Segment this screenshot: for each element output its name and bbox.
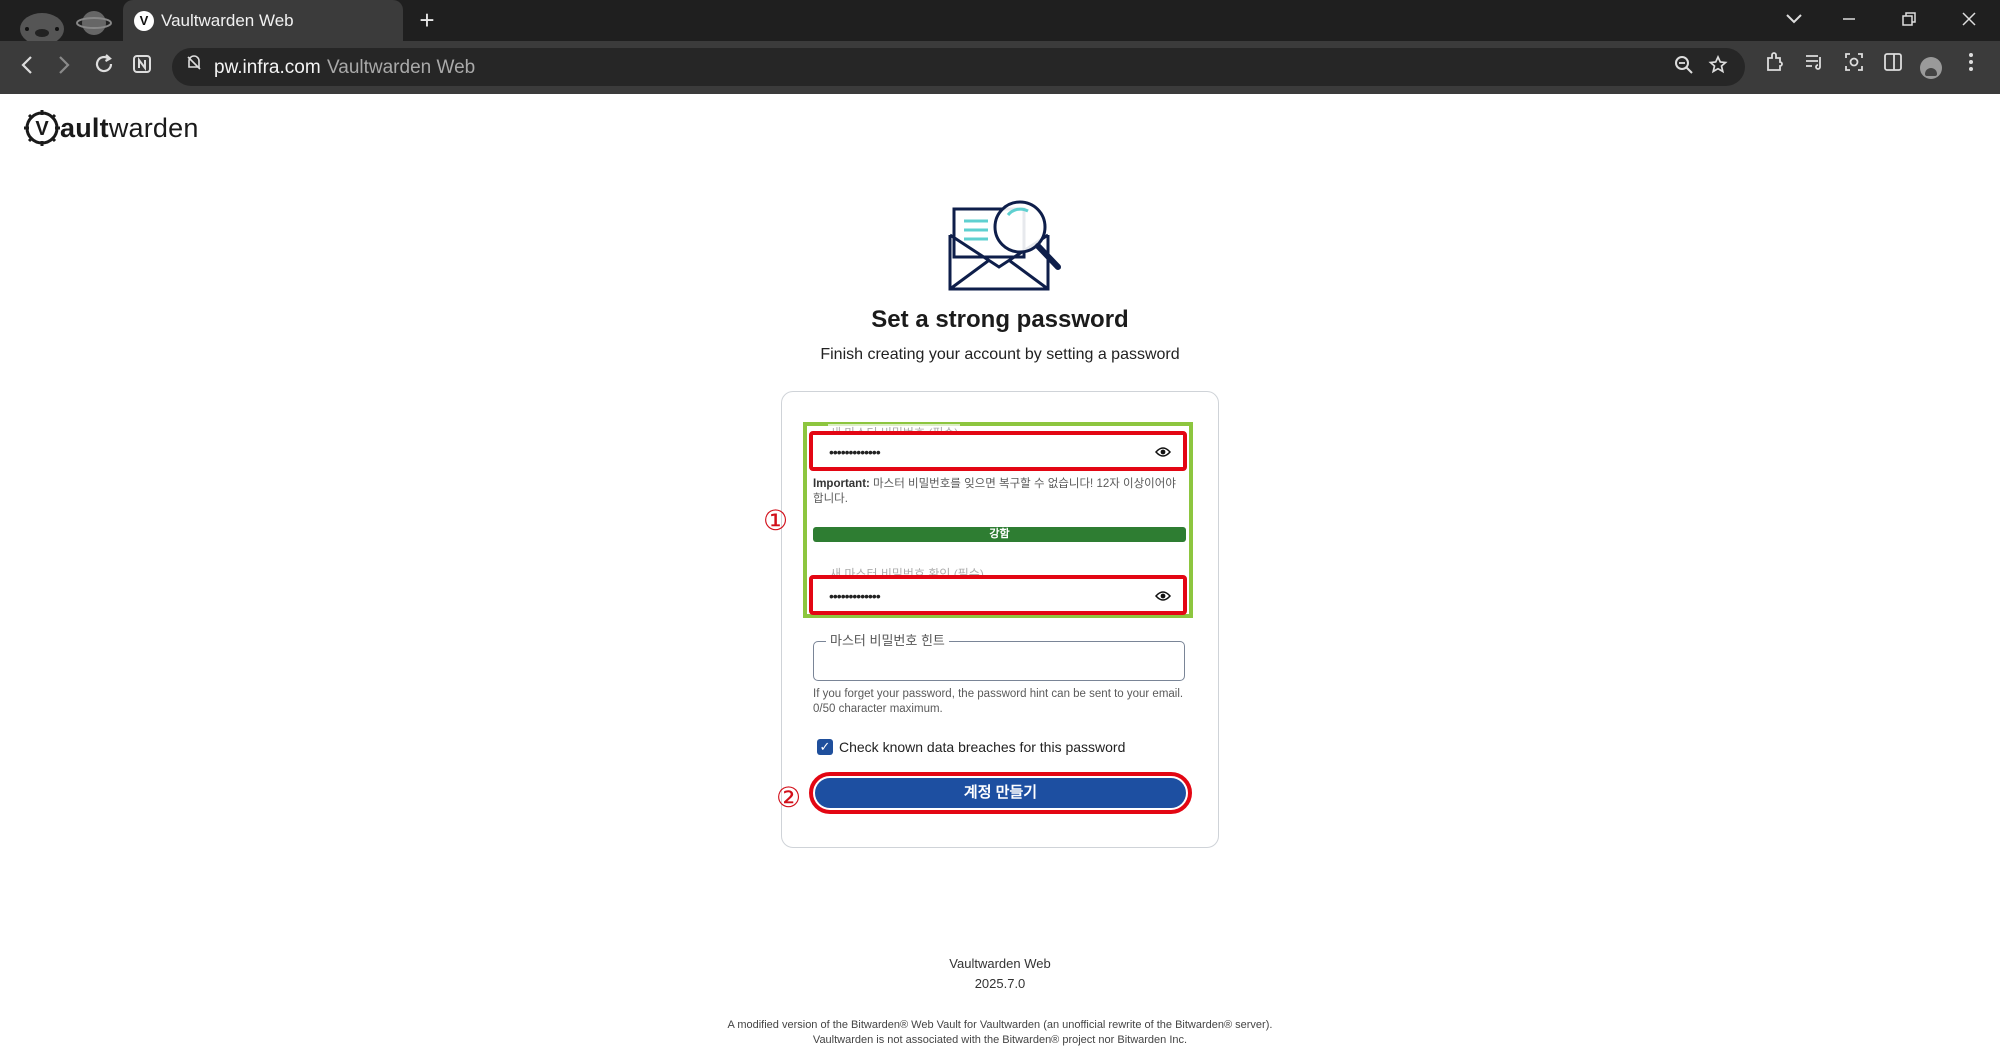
footer-line-2: Vaultwarden is not associated with the B… bbox=[812, 1034, 1188, 1046]
notion-extension-icon[interactable] bbox=[125, 50, 159, 84]
master-password-value: ••••••••••••• bbox=[829, 444, 881, 460]
annotation-marker-2: ② bbox=[776, 781, 802, 814]
extensions-icon[interactable] bbox=[1759, 51, 1791, 83]
address-bar[interactable]: pw.infra.com Vaultwarden Web bbox=[172, 48, 1745, 86]
site-info-icon[interactable] bbox=[180, 53, 208, 81]
envelope-search-illustration bbox=[948, 197, 1064, 302]
pinned-tab-icon[interactable] bbox=[74, 3, 122, 41]
svg-text:V: V bbox=[35, 118, 49, 140]
reload-icon[interactable] bbox=[87, 50, 121, 84]
footer-app-info: Vaultwarden Web 2025.7.0 bbox=[0, 954, 2000, 994]
logo-wordmark: aultwarden bbox=[60, 112, 199, 143]
password-hint-label: 마스터 비밀번호 힌트 bbox=[826, 630, 949, 649]
create-account-label: 계정 만들기 bbox=[815, 778, 1186, 808]
breach-check-label[interactable]: Check known data breaches for this passw… bbox=[839, 739, 1125, 755]
menu-icon[interactable] bbox=[1955, 51, 1987, 83]
confirm-password-value: ••••••••••••• bbox=[829, 588, 881, 604]
master-password-input[interactable]: ••••••••••••• bbox=[809, 431, 1187, 471]
restore-icon[interactable] bbox=[1887, 4, 1931, 36]
close-icon[interactable] bbox=[1947, 4, 1991, 36]
reading-list-icon[interactable] bbox=[1798, 51, 1830, 83]
browser-toolbar: pw.infra.com Vaultwarden Web bbox=[0, 41, 2000, 94]
vaultwarden-gear-icon: V bbox=[24, 110, 60, 146]
new-tab-button[interactable]: + bbox=[412, 5, 442, 35]
footer-line-1: A modified version of the Bitwarden® Web… bbox=[727, 1019, 1273, 1031]
bookmark-star-icon[interactable] bbox=[1705, 54, 1731, 81]
password-requirement-note: Important: 마스터 비밀번호를 잊으면 복구할 수 없습니다! 12자… bbox=[813, 478, 1176, 505]
tab-title: Vaultwarden Web bbox=[161, 11, 294, 30]
footer-disclaimer: A modified version of the Bitwarden® Web… bbox=[0, 1018, 2000, 1048]
create-account-button[interactable]: 계정 만들기 bbox=[809, 772, 1192, 814]
vaultwarden-favicon-icon: V bbox=[134, 11, 154, 31]
minimize-icon[interactable] bbox=[1827, 4, 1871, 36]
url-page-title: Vaultwarden Web bbox=[327, 57, 476, 78]
page-title: Set a strong password bbox=[871, 306, 1129, 333]
split-view-icon[interactable] bbox=[1877, 51, 1909, 83]
eye-icon[interactable] bbox=[1155, 445, 1171, 463]
breach-check-checkbox[interactable]: ✓ bbox=[817, 739, 833, 755]
url-text: pw.infra.com bbox=[214, 57, 321, 78]
footer-version: 2025.7.0 bbox=[974, 976, 1026, 991]
confirm-password-input[interactable]: ••••••••••••• bbox=[809, 575, 1187, 615]
tab-group-icon[interactable] bbox=[18, 3, 66, 45]
eye-icon[interactable] bbox=[1155, 589, 1171, 607]
page-subtitle: Finish creating your account by setting … bbox=[820, 346, 1180, 363]
tab-vaultwarden[interactable]: V Vaultwarden Web bbox=[123, 0, 403, 41]
vaultwarden-logo[interactable]: V aultwarden bbox=[24, 110, 199, 146]
forward-icon[interactable] bbox=[47, 50, 81, 84]
chevron-down-icon[interactable] bbox=[1772, 4, 1816, 36]
footer-app-name: Vaultwarden Web bbox=[949, 956, 1051, 971]
password-hint-help: If you forget your password, the passwor… bbox=[813, 688, 1184, 715]
screenshot-icon[interactable] bbox=[1838, 51, 1870, 83]
page-content: V aultwarden Set a strong password Finis… bbox=[0, 94, 2000, 1063]
browser-tab-bar: V Vaultwarden Web + bbox=[0, 0, 2000, 45]
zoom-icon[interactable] bbox=[1671, 55, 1697, 81]
annotation-marker-1: ① bbox=[763, 504, 789, 537]
password-strength-meter: 강함 bbox=[813, 527, 1186, 542]
back-icon[interactable] bbox=[10, 50, 44, 84]
profile-avatar[interactable] bbox=[1920, 57, 1942, 79]
